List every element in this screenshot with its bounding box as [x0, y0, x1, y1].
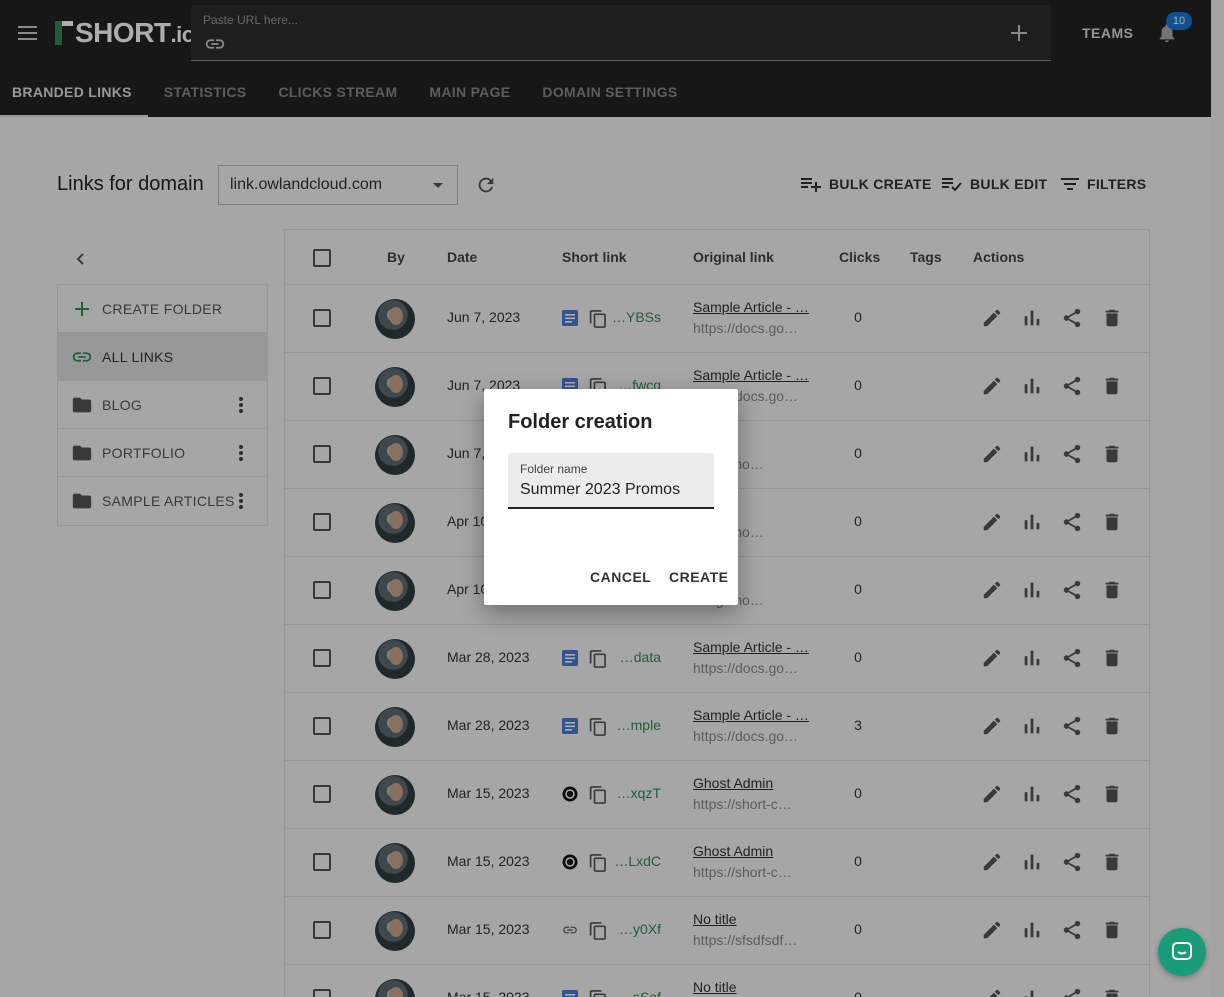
folder-name-field[interactable]: Folder name: [508, 453, 714, 509]
cancel-button[interactable]: CANCEL: [590, 569, 651, 585]
folder-name-label: Folder name: [520, 462, 588, 476]
create-button[interactable]: CREATE: [669, 569, 729, 585]
folder-creation-dialog: Folder creation Folder name CANCEL CREAT…: [484, 389, 738, 605]
chat-icon: [1172, 942, 1192, 960]
dialog-title: Folder creation: [508, 411, 653, 433]
chat-support-button[interactable]: [1158, 928, 1206, 976]
folder-name-input[interactable]: [520, 481, 710, 499]
